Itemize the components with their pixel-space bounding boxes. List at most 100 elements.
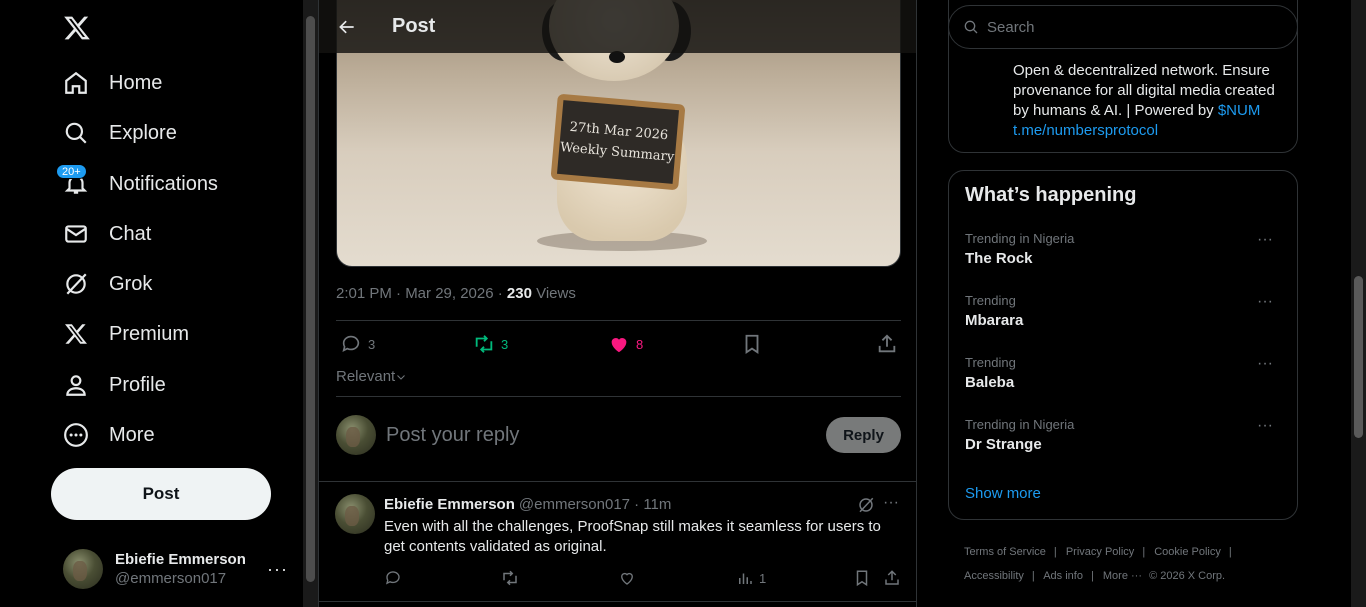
more-horizontal-icon[interactable]: ··· [1257, 231, 1273, 249]
cashtag-link[interactable]: $NUM [1218, 102, 1261, 119]
x-logo-icon[interactable] [63, 14, 91, 42]
post-button[interactable]: Post [51, 468, 271, 520]
post-meta: 2:01 PM · Mar 29, 2026 · 230 Views [336, 285, 576, 302]
bookmark-action[interactable] [853, 569, 871, 587]
more-horizontal-icon[interactable]: ··· [1257, 293, 1273, 311]
search-icon [62, 119, 90, 147]
share-action[interactable] [883, 569, 901, 587]
nav-chat[interactable]: Chat [62, 214, 151, 254]
like-action[interactable] [618, 569, 636, 587]
scrollbar-thumb[interactable] [1354, 276, 1363, 438]
chalkboard-sign: 27th Mar 2026 Weekly Summary [550, 93, 686, 191]
bookmark-action[interactable] [741, 333, 763, 355]
scrollbar-thumb[interactable] [306, 16, 315, 582]
avatar[interactable] [335, 494, 375, 534]
repost-count: 3 [501, 336, 509, 352]
board-caption: Weekly Summary [559, 140, 675, 165]
nav-more[interactable]: More [62, 415, 155, 455]
person-icon [62, 371, 90, 399]
sort-replies-dropdown[interactable]: Relevant [336, 368, 407, 385]
reply-views-count: 1 [759, 570, 767, 586]
nav-grok[interactable]: Grok [62, 264, 152, 304]
nav-explore[interactable]: Explore [62, 113, 177, 153]
like-action[interactable]: 8 [608, 333, 643, 355]
nav-chat-label: Chat [109, 222, 152, 245]
share-icon [885, 570, 899, 585]
search-input[interactable] [987, 18, 1287, 36]
reply-text: Even with all the challenges, ProofSnap … [384, 518, 881, 555]
copyright: © 2026 X Corp. [1149, 570, 1226, 582]
views-action[interactable]: 1 [736, 569, 766, 587]
trend-item[interactable]: Trending Baleba ··· [965, 355, 1283, 391]
post-timestamp[interactable]: 2:01 PM · Mar 29, 2026 · [336, 285, 507, 302]
nav-premium[interactable]: Premium [62, 314, 189, 354]
more-link[interactable]: More ··· [1103, 570, 1142, 582]
notification-badge: 20+ [56, 164, 87, 179]
reply-action[interactable] [384, 569, 402, 587]
more-horizontal-icon[interactable]: ··· [1257, 355, 1273, 373]
analytics-icon [739, 573, 752, 584]
privacy-link[interactable]: Privacy Policy [1066, 546, 1134, 558]
heart-filled-icon [611, 338, 627, 353]
telegram-link[interactable]: t.me/numbersprotocol [1013, 122, 1158, 139]
reply-input[interactable]: Post your reply [386, 424, 826, 447]
sort-label: Relevant [336, 368, 396, 385]
grok-icon[interactable] [857, 496, 875, 514]
more-horizontal-icon[interactable]: ··· [883, 494, 899, 512]
main-column: 27th Mar 2026 Weekly Summary Post 2:01 P… [318, 0, 917, 607]
nav-home[interactable]: Home [62, 63, 162, 103]
left-sidebar: Home Explore 20+ Notifications Chat Grok… [0, 0, 303, 607]
trend-context: Trending [965, 293, 1016, 308]
nav-grok-label: Grok [109, 272, 153, 295]
reply-count: 3 [368, 336, 376, 352]
avatar [63, 549, 103, 589]
repost-icon [475, 335, 493, 353]
repost-icon [503, 570, 517, 586]
reply-action[interactable]: 3 [340, 333, 375, 355]
page-scrollbar[interactable] [1351, 0, 1366, 607]
reply-display-name[interactable]: Ebiefie Emmerson [384, 496, 515, 513]
trend-topic: Dr Strange [965, 436, 1042, 453]
share-action[interactable] [876, 333, 898, 355]
trend-item[interactable]: Trending Mbarara ··· [965, 293, 1283, 329]
trend-item[interactable]: Trending in Nigeria Dr Strange ··· [965, 417, 1283, 453]
more-horizontal-icon[interactable]: ··· [1257, 417, 1273, 435]
profile-bio: Open & decentralized network. Ensure pro… [1013, 61, 1285, 141]
bell-icon: 20+ [56, 164, 90, 198]
page-title: Post [392, 15, 436, 37]
search-icon [964, 20, 978, 34]
post-header: Post [319, 0, 916, 53]
back-arrow-icon[interactable] [337, 17, 357, 37]
cookie-link[interactable]: Cookie Policy [1154, 546, 1221, 558]
reply-button[interactable]: Reply [826, 417, 901, 453]
account-switcher[interactable]: Ebiefie Emmerson @emmerson017 ··· [63, 548, 288, 590]
trend-item[interactable]: Trending in Nigeria The Rock ··· [965, 231, 1283, 267]
left-scrollbar[interactable] [303, 0, 318, 607]
x-icon [62, 320, 90, 348]
section-title: What’s happening [965, 184, 1137, 206]
views-label: Views [531, 285, 576, 302]
show-more-link[interactable]: Show more [965, 485, 1041, 502]
footer-links: Terms of Service | Privacy Policy | Cookie… [964, 546, 1232, 582]
trend-topic: Baleba [965, 374, 1015, 391]
ads-info-link[interactable]: Ads info [1043, 570, 1083, 582]
reply-icon [385, 571, 400, 585]
reply-icon [342, 335, 360, 352]
trend-context: Trending in Nigeria [965, 417, 1075, 432]
heart-icon [621, 572, 633, 585]
avatar [336, 415, 376, 455]
nav-explore-label: Explore [109, 121, 177, 144]
nav-notifications[interactable]: 20+ Notifications [56, 164, 218, 204]
mail-icon [62, 220, 90, 248]
accessibility-link[interactable]: Accessibility [964, 570, 1024, 582]
nav-profile[interactable]: Profile [62, 365, 166, 405]
whats-happening: What’s happening Trending in Nigeria The… [948, 170, 1298, 520]
repost-action[interactable]: 3 [473, 333, 508, 355]
terms-link[interactable]: Terms of Service [964, 546, 1046, 558]
divider [319, 601, 916, 602]
repost-action[interactable] [501, 569, 519, 587]
bookmark-icon [856, 570, 868, 587]
reply-handle-time[interactable]: @emmerson017 · 11m [519, 496, 672, 513]
divider [336, 396, 901, 397]
search-bar[interactable] [948, 5, 1298, 49]
